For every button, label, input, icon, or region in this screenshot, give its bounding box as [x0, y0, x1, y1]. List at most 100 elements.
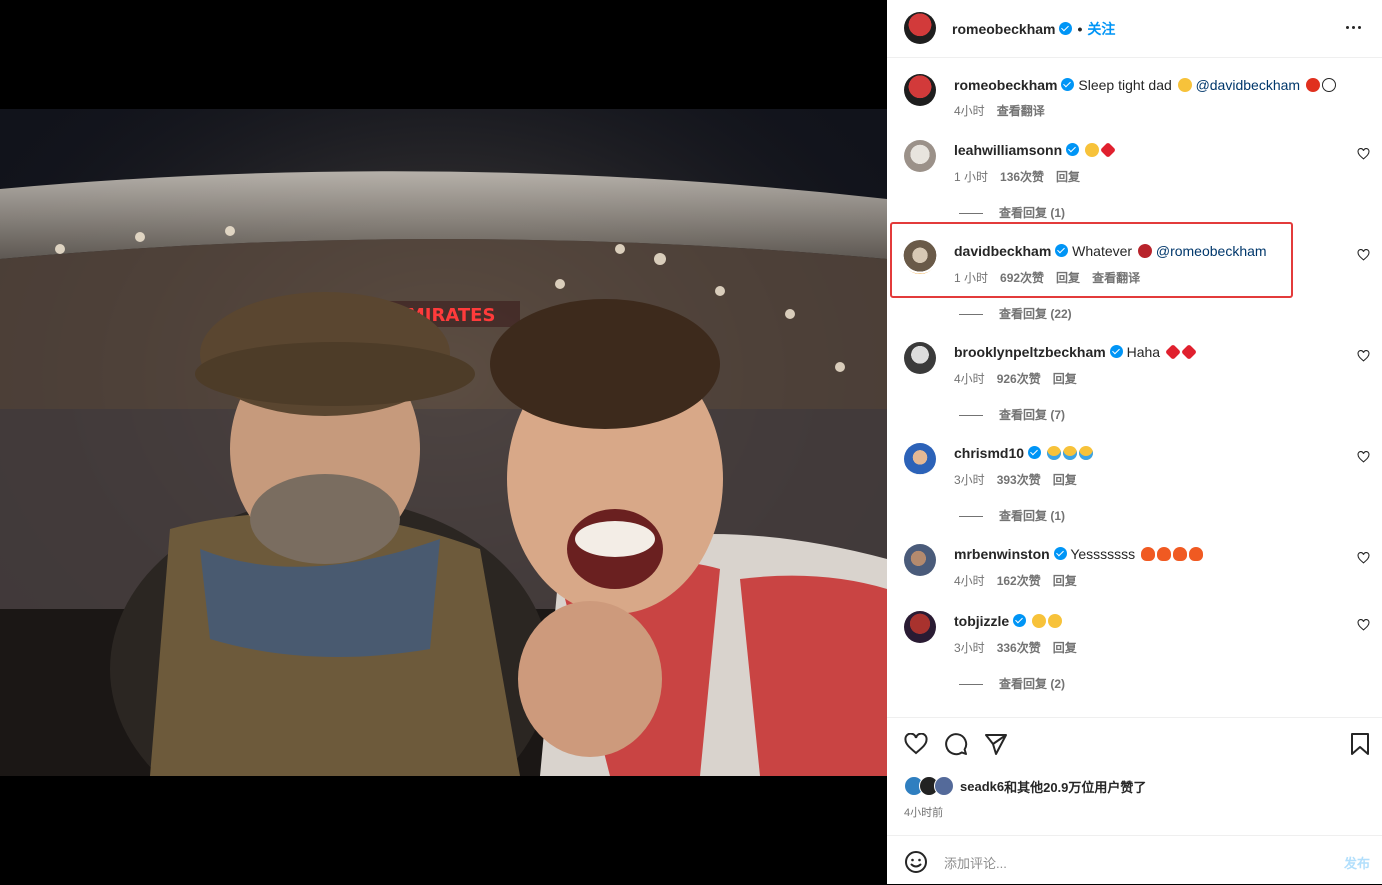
reply-divider — [959, 516, 983, 518]
white-circle-icon — [1321, 78, 1336, 92]
comment-line: chrismd10 — [954, 445, 1093, 461]
like-heart-icon[interactable] — [1357, 451, 1370, 463]
comment-meta: 3小时 393次赞 回复 — [954, 471, 1089, 488]
view-replies-button[interactable]: 查看回复 (7) — [959, 406, 1065, 423]
avatar[interactable] — [903, 240, 937, 274]
translate-button[interactable]: 查看翻译 — [1092, 271, 1140, 285]
likes-count-text[interactable]: 和其他20.9万位用户赞了 — [1004, 777, 1146, 796]
comment-time: 4小时 — [954, 574, 985, 588]
post-time: 4小时前 — [904, 807, 944, 819]
comments-list[interactable]: romeobeckham Sleep tight dad @davidbeckh… — [887, 58, 1382, 717]
add-comment-bar: 添加评论... 发布 — [887, 835, 1382, 885]
view-replies-label: 查看回复 (1) — [999, 509, 1066, 523]
like-heart-icon[interactable] — [1357, 619, 1370, 631]
comment-time: 1 小时 — [954, 170, 989, 184]
comment-line: davidbeckham Whatever @romeobeckham — [954, 243, 1267, 259]
post-photo[interactable]: EMIRATES — [0, 109, 887, 776]
caption-username[interactable]: romeobeckham — [954, 77, 1057, 93]
post-viewer: EMIRATES romeobeckham • 关注 romeobeckham … — [0, 0, 1382, 884]
comment-text: Yesssssss — [1070, 546, 1136, 562]
reply-button[interactable]: 回复 — [1053, 641, 1077, 655]
avatar — [934, 776, 954, 796]
liker-avatars — [904, 776, 954, 796]
heart-icon[interactable] — [904, 733, 928, 755]
likes-summary[interactable]: seadk6 和其他20.9万位用户赞了 — [904, 776, 1146, 796]
comment-text: Whatever — [1072, 243, 1133, 259]
like-heart-icon[interactable] — [1357, 148, 1370, 160]
comment-icon[interactable] — [944, 732, 968, 756]
view-replies-label: 查看回复 (22) — [999, 307, 1072, 321]
reply-button[interactable]: 回复 — [1053, 372, 1077, 386]
reply-button[interactable]: 回复 — [1053, 473, 1077, 487]
comment-time: 3小时 — [954, 641, 985, 655]
more-options-icon[interactable] — [1338, 12, 1368, 42]
comment-line: tobjizzle — [954, 613, 1063, 629]
like-count[interactable]: 393次赞 — [997, 473, 1041, 487]
translate-button[interactable]: 查看翻译 — [997, 104, 1045, 118]
separator-dot: • — [1077, 21, 1083, 37]
verified-icon — [1066, 143, 1080, 156]
comment-mention[interactable]: @romeobeckham — [1156, 243, 1267, 259]
like-count[interactable]: 136次赞 — [1000, 170, 1044, 184]
like-heart-icon[interactable] — [1357, 249, 1370, 261]
comment-meta: 4小时 162次赞 回复 — [954, 572, 1089, 589]
comment-username[interactable]: mrbenwinston — [954, 546, 1050, 562]
post-side-panel: romeobeckham • 关注 romeobeckham Sleep tight… — [887, 0, 1382, 884]
avatar[interactable] — [904, 611, 936, 643]
like-count[interactable]: 162次赞 — [997, 574, 1041, 588]
view-replies-button[interactable]: 查看回复 (2) — [959, 675, 1065, 692]
author-username[interactable]: romeobeckham — [952, 21, 1055, 37]
reply-button[interactable]: 回复 — [1056, 170, 1080, 184]
emoji-icon — [1177, 78, 1192, 92]
bookmark-icon[interactable] — [1350, 732, 1370, 756]
comment-username[interactable]: leahwilliamsonn — [954, 142, 1062, 158]
reply-divider — [959, 213, 983, 215]
avatar[interactable] — [904, 140, 936, 172]
verified-icon — [1028, 446, 1042, 459]
emoji-icon[interactable] — [904, 850, 928, 874]
like-count[interactable]: 926次赞 — [997, 372, 1041, 386]
view-replies-button[interactable]: 查看回复 (1) — [959, 507, 1065, 524]
verified-icon — [1055, 244, 1069, 257]
author-avatar[interactable] — [904, 12, 936, 44]
like-heart-icon[interactable] — [1357, 552, 1370, 564]
verified-icon — [1013, 614, 1027, 627]
avatar[interactable] — [904, 544, 936, 576]
comment-meta: 3小时 336次赞 回复 — [954, 639, 1089, 656]
caption-text: Sleep tight dad — [1078, 77, 1172, 93]
comment-input[interactable]: 添加评论... — [944, 853, 1007, 872]
view-replies-button[interactable]: 查看回复 (1) — [959, 204, 1065, 221]
action-bar: seadk6 和其他20.9万位用户赞了 4小时前 — [887, 717, 1382, 836]
verified-icon — [1061, 78, 1075, 91]
reply-button[interactable]: 回复 — [1056, 271, 1080, 285]
crying-emoji-icon — [1078, 446, 1093, 460]
comment-username[interactable]: brooklynpeltzbeckham — [954, 344, 1106, 360]
share-icon[interactable] — [984, 732, 1008, 756]
post-comment-button[interactable]: 发布 — [1344, 853, 1370, 872]
fire-icon — [1173, 547, 1188, 561]
follow-button[interactable]: 关注 — [1087, 21, 1115, 37]
caption-mention[interactable]: @davidbeckham — [1196, 77, 1301, 93]
comment-username[interactable]: davidbeckham — [954, 243, 1051, 259]
first-liker[interactable]: seadk6 — [960, 779, 1004, 794]
comment-meta: 1 小时 136次赞 回复 — [954, 168, 1092, 185]
reply-divider — [959, 684, 983, 686]
view-replies-label: 查看回复 (1) — [999, 206, 1066, 220]
photo-illustration: EMIRATES — [0, 109, 887, 776]
view-replies-button[interactable]: 查看回复 (22) — [959, 305, 1072, 322]
caption-line: romeobeckham Sleep tight dad @davidbeckh… — [954, 77, 1336, 93]
comment-text: Haha — [1126, 344, 1161, 360]
header-user-line: romeobeckham • 关注 — [952, 19, 1115, 39]
comment-username[interactable]: chrismd10 — [954, 445, 1024, 461]
avatar[interactable] — [904, 443, 936, 475]
view-replies-label: 查看回复 (2) — [999, 677, 1066, 691]
like-count[interactable]: 336次赞 — [997, 641, 1041, 655]
crying-emoji-icon — [1062, 446, 1077, 460]
media-area: EMIRATES — [0, 0, 887, 884]
like-heart-icon[interactable] — [1357, 350, 1370, 362]
comment-username[interactable]: tobjizzle — [954, 613, 1009, 629]
avatar[interactable] — [904, 74, 936, 106]
reply-button[interactable]: 回复 — [1053, 574, 1077, 588]
avatar[interactable] — [904, 342, 936, 374]
like-count[interactable]: 692次赞 — [1000, 271, 1044, 285]
